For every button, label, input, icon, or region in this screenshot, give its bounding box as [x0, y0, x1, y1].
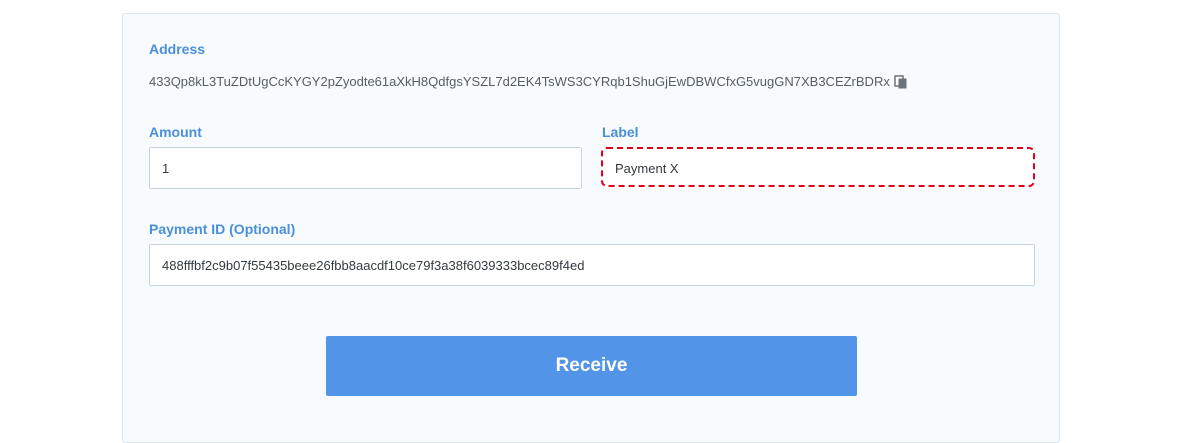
amount-input[interactable]	[149, 147, 582, 189]
address-label: Address	[149, 41, 206, 57]
payment-id-input[interactable]	[149, 244, 1035, 286]
amount-label: Amount	[149, 124, 202, 140]
copy-icon[interactable]	[894, 75, 908, 89]
address-value-row: 433Qp8kL3TuZDtUgCcKYGY2pZyodte61aXkH8Qdf…	[149, 74, 908, 90]
label-field-label: Label	[602, 124, 639, 140]
label-input[interactable]	[602, 147, 1035, 189]
payment-id-label: Payment ID (Optional)	[149, 221, 296, 237]
receive-form-panel: Address 433Qp8kL3TuZDtUgCcKYGY2pZyodte61…	[122, 13, 1060, 443]
receive-button[interactable]: Receive	[326, 336, 857, 396]
address-value: 433Qp8kL3TuZDtUgCcKYGY2pZyodte61aXkH8Qdf…	[149, 74, 890, 89]
